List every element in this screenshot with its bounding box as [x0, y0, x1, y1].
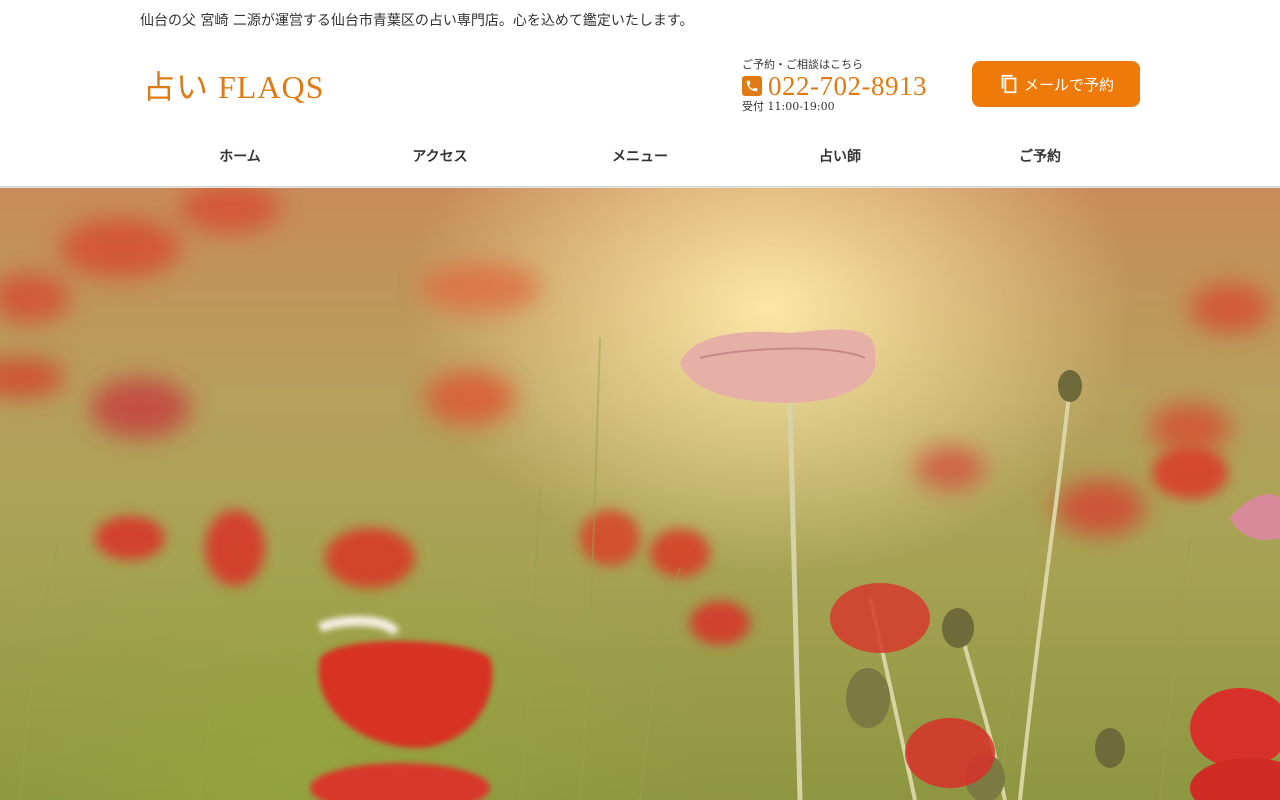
global-nav: ホーム アクセス メニュー 占い師 ご予約 [140, 135, 1140, 179]
copy-icon [998, 73, 1020, 95]
nav-home[interactable]: ホーム [140, 135, 340, 179]
contact-lead: ご予約・ご相談はこちら [742, 58, 863, 71]
phone-number[interactable]: 022-702-8913 [768, 72, 927, 100]
mail-reservation-button[interactable]: メールで予約 [972, 61, 1140, 107]
phone-row[interactable]: 022-702-8913 [742, 72, 952, 100]
site-logo[interactable]: 占い FLAQS [143, 62, 324, 108]
nav-reservation[interactable]: ご予約 [940, 135, 1140, 179]
mail-reservation-label: メールで予約 [1023, 75, 1114, 94]
nav-menu[interactable]: メニュー [540, 135, 740, 179]
nav-fortune-tellers[interactable]: 占い師 [740, 135, 940, 179]
poppy-field-illustration [0, 188, 1280, 800]
nav-access[interactable]: アクセス [340, 135, 540, 179]
contact-block: ご予約・ご相談はこちら 022-702-8913 受付 11:00-19:00 [742, 58, 952, 114]
phone-icon [742, 76, 762, 96]
site-tagline: 仙台の父 宮崎 二源が運営する仙台市青葉区の占い専門店。心を込めて鑑定いたします… [140, 13, 694, 29]
business-hours: 受付 11:00-19:00 [742, 100, 835, 113]
hero-image [0, 188, 1280, 800]
